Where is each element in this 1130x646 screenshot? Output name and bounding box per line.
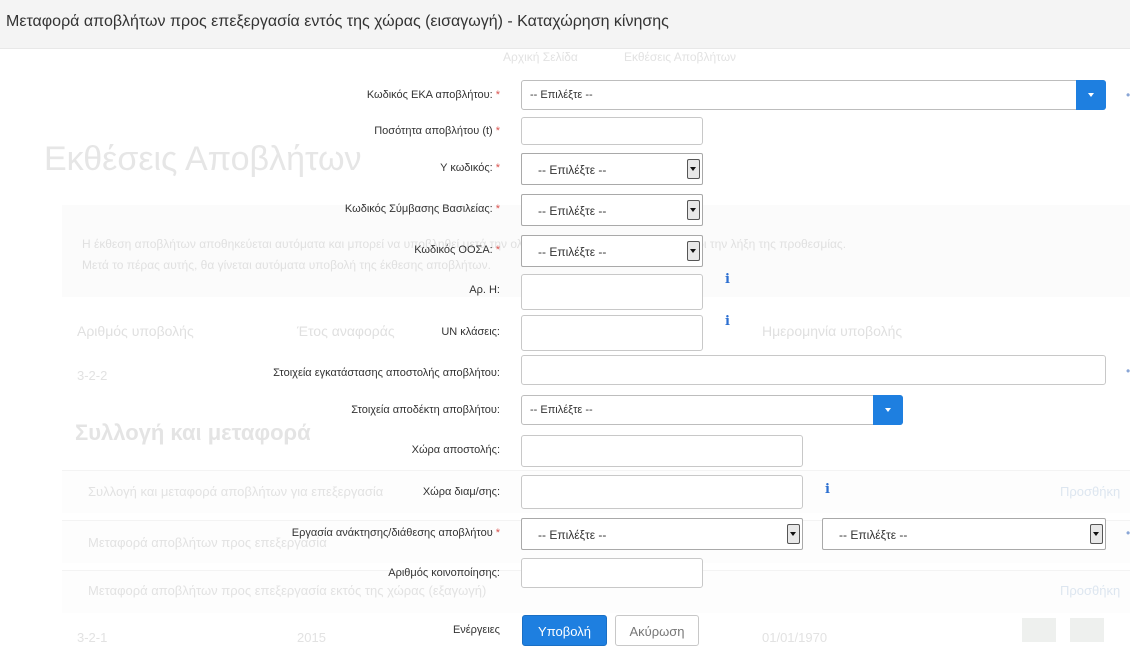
recipient-label: Στοιχεία αποδέκτη αποβλήτου: [351,404,500,416]
select-arrow-icon [1090,524,1103,544]
cancel-button[interactable]: Ακύρωση [615,615,699,646]
select-arrow-icon [687,241,700,261]
caret-down-icon [1088,93,1094,97]
transit-country-label: Χώρα διαμ/σης: [422,486,500,498]
required-mark: * [495,89,500,101]
bg-th-submission: Αριθμός υποβολής [77,323,194,339]
select-arrow-icon [787,524,800,544]
oecd-code-value: -- Επιλέξτε -- [538,245,607,259]
bg-heading: Εκθέσεις Αποβλήτων [44,140,362,178]
info-icon[interactable]: i [725,272,730,287]
select-arrow-icon [687,159,700,179]
eka-code-dropdown-button[interactable] [1076,80,1106,110]
recipient-dropdown-button[interactable] [873,395,903,425]
bg-th-year: Έτος αναφοράς [297,323,395,339]
info-icon[interactable]: i [825,482,830,497]
bg-last-row-year: 2015 [297,630,326,645]
recipient-select[interactable]: -- Επιλέξτε -- [521,395,903,425]
notification-number-label: Αριθμός κοινοποίησης: [388,567,500,579]
actions-label: Ενέργειες [452,624,500,636]
bg-nav-home: Αρχική Σελίδα [503,50,578,64]
notification-number-input[interactable] [521,558,703,588]
bg-last-row-code: 3-2-1 [77,630,108,645]
edge-icon: • [1126,364,1130,378]
bg-row1-code: 3-2-2 [77,368,108,383]
bg-row-link-1: Προσθήκη [1060,484,1121,499]
basel-code-value: -- Επιλέξτε -- [538,204,607,218]
bg-row-text-1: Συλλογή και μεταφορά αποβλήτων για επεξε… [88,484,384,499]
required-mark: * [495,244,500,256]
submit-button[interactable]: Υποβολή [522,615,607,646]
bg-row-text-3: Μεταφορά αποβλήτων προς επεξεργασία εκτό… [88,583,487,598]
operation-label: Εργασία ανάκτησης/διάθεσης αποβλήτου * [291,527,500,539]
facility-input[interactable] [521,355,1106,385]
edge-icon: • [1126,88,1130,102]
quantity-input[interactable] [521,117,703,145]
bg-row-button [1022,618,1056,642]
h-number-label: Αρ. Η: [469,284,500,296]
transit-country-input[interactable] [521,475,803,509]
bg-row-button [1070,618,1104,642]
y-code-value: -- Επιλέξτε -- [538,163,607,177]
operation-value-1: -- Επιλέξτε -- [538,528,607,542]
h-number-input[interactable] [521,274,703,310]
y-code-label: Υ κωδικός: * [440,162,500,174]
un-classes-input[interactable] [521,315,703,351]
required-mark: * [495,203,500,215]
y-code-select[interactable]: -- Επιλέξτε -- [521,153,703,185]
eka-code-label: Κωδικός ΕΚΑ αποβλήτου: * [366,89,500,101]
required-mark: * [495,527,500,539]
basel-code-label: Κωδικός Σύμβασης Βασιλείας: * [344,203,500,215]
bg-th-date: Ημερομηνία υποβολής [762,323,903,339]
eka-code-value: -- Επιλέξτε -- [530,89,593,101]
operation-value-2: -- Επιλέξτε -- [839,528,908,542]
oecd-code-select[interactable]: -- Επιλέξτε -- [521,235,703,267]
required-mark: * [495,162,500,174]
eka-code-select[interactable]: -- Επιλέξτε -- [521,80,1106,110]
info-icon[interactable]: i [725,314,730,329]
caret-down-icon [885,408,891,412]
basel-code-select[interactable]: -- Επιλέξτε -- [521,194,703,226]
bg-last-row-date: 01/01/1970 [762,630,828,645]
oecd-code-label: Κωδικός ΟΟΣΑ: * [414,244,500,256]
bg-nav-reports: Εκθέσεις Αποβλήτων [624,50,737,64]
origin-country-input[interactable] [521,435,803,467]
bg-row-link-3: Προσθήκη [1060,583,1121,598]
quantity-label: Ποσότητα αποβλήτου (t) * [374,125,500,137]
select-arrow-icon [687,200,700,220]
required-mark: * [495,125,500,137]
edge-icon: • [1126,526,1130,540]
recipient-value: -- Επιλέξτε -- [530,404,593,416]
bg-section-heading: Συλλογή και μεταφορά [75,420,311,445]
operation-select-1[interactable]: -- Επιλέξτε -- [521,518,803,550]
modal-title: Μεταφορά αποβλήτων προς επεξεργασία εντό… [6,13,669,30]
origin-country-label: Χώρα αποστολής: [411,444,500,456]
modal-title-bar: Μεταφορά αποβλήτων προς επεξεργασία εντό… [0,0,1130,49]
facility-label: Στοιχεία εγκατάστασης αποστολής αποβλήτο… [273,367,500,379]
operation-select-2[interactable]: -- Επιλέξτε -- [822,518,1106,550]
bg-notice-line-2: Μετά το πέρας αυτής, θα γίνεται αυτόματα… [82,258,491,272]
un-classes-label: UN κλάσεις: [441,326,500,338]
